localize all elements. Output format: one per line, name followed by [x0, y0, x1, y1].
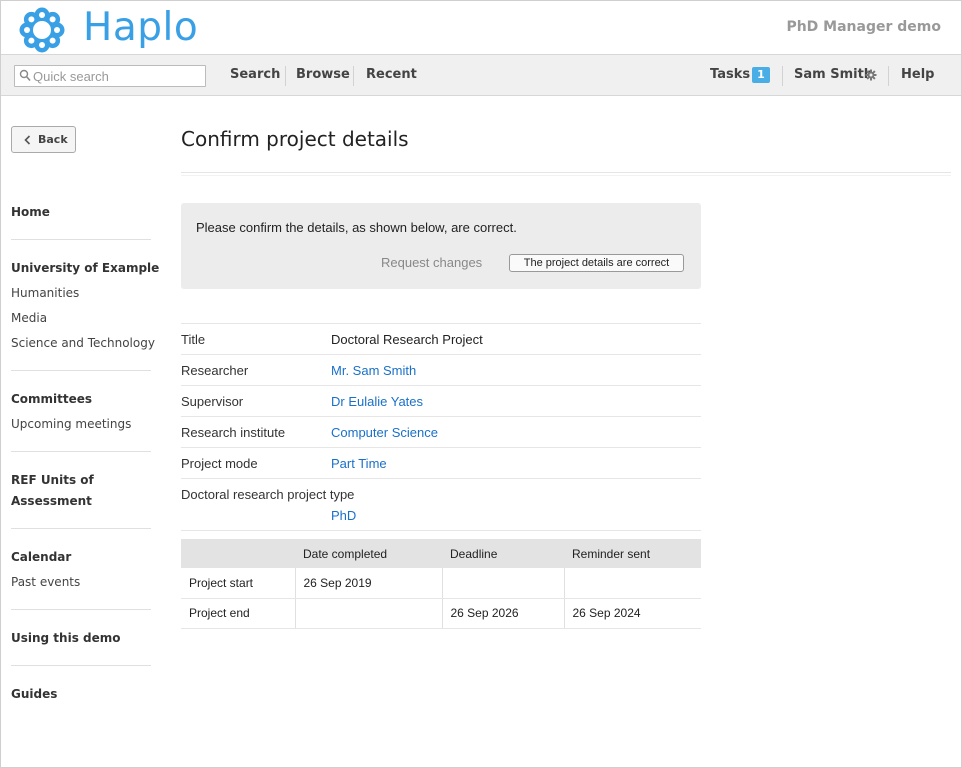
confirm-panel: Please confirm the details, as shown bel…: [181, 203, 701, 289]
supervisor-link[interactable]: Dr Eulalie Yates: [331, 394, 423, 409]
attribute-label: Research institute: [181, 425, 286, 440]
sidebar-divider: [11, 370, 151, 371]
title-divider: [181, 172, 951, 173]
table-cell: [442, 568, 565, 599]
attribute-label: Title: [181, 332, 206, 347]
sidebar-item-ref-units[interactable]: REF Units of: [11, 473, 94, 487]
app-header: Haplo PhD Manager demo: [1, 1, 961, 54]
back-button-label: Back: [38, 133, 68, 146]
sidebar-item-ref-units-line2[interactable]: Assessment: [11, 494, 92, 508]
nav-browse-link[interactable]: Browse: [296, 55, 350, 95]
nav-separator: [285, 66, 286, 86]
sidebar-item-university[interactable]: University of Example: [11, 261, 159, 275]
attribute-value-title: Doctoral Research Project: [331, 332, 483, 347]
sidebar-divider: [11, 451, 151, 452]
quick-search-box[interactable]: [14, 65, 206, 87]
top-nav-bar: Search Browse Recent Tasks 1 Sam Smith H…: [1, 54, 961, 96]
sidebar-item-using-demo[interactable]: Using this demo: [11, 631, 121, 645]
confirm-details-button[interactable]: The project details are correct: [509, 254, 684, 272]
table-header-cell: Deadline: [442, 539, 564, 568]
back-button[interactable]: Back: [11, 126, 76, 153]
attribute-row-project-type: Doctoral research project type PhD: [181, 478, 701, 531]
chevron-left-icon: [24, 135, 31, 145]
sidebar-divider: [11, 609, 151, 610]
attribute-row-institute: Research institute Computer Science: [181, 416, 701, 447]
institute-link[interactable]: Computer Science: [331, 425, 438, 440]
table-cell: [564, 568, 701, 599]
attribute-label: Project mode: [181, 456, 258, 471]
project-dates-table: Date completed Deadline Reminder sent Pr…: [181, 539, 701, 629]
table-row: Project start 26 Sep 2019: [181, 568, 701, 599]
table-header-cell: [181, 539, 295, 568]
attribute-row-title: Title Doctoral Research Project: [181, 323, 701, 354]
attribute-label: Supervisor: [181, 394, 244, 409]
confirm-message: Please confirm the details, as shown bel…: [196, 220, 517, 235]
search-icon: [19, 69, 31, 82]
sidebar-item-committees[interactable]: Committees: [11, 392, 92, 406]
attribute-label: Doctoral research project type: [181, 487, 355, 502]
sidebar-item-humanities[interactable]: Humanities: [11, 286, 79, 300]
sidebar-divider: [11, 528, 151, 529]
nav-user-link[interactable]: Sam Smith: [794, 55, 873, 95]
table-header-row: Date completed Deadline Reminder sent: [181, 539, 701, 568]
sidebar-divider: [11, 665, 151, 666]
attribute-label: Researcher: [181, 363, 249, 378]
tasks-count-badge[interactable]: 1: [752, 67, 770, 83]
quick-search-input[interactable]: [33, 67, 203, 85]
table-cell: 26 Sep 2026: [442, 598, 565, 629]
nav-recent-link[interactable]: Recent: [366, 55, 417, 95]
request-changes-link[interactable]: Request changes: [381, 255, 482, 270]
sidebar-divider: [11, 239, 151, 240]
sidebar-item-home[interactable]: Home: [11, 205, 50, 219]
page-title: Confirm project details: [181, 127, 409, 151]
nav-tasks-link[interactable]: Tasks: [710, 55, 750, 95]
app-name: PhD Manager demo: [786, 19, 941, 35]
sidebar-item-guides[interactable]: Guides: [11, 687, 57, 701]
title-divider-shadow: [181, 175, 951, 176]
attribute-row-researcher: Researcher Mr. Sam Smith: [181, 354, 701, 385]
table-cell: [295, 598, 443, 629]
nav-separator: [782, 66, 783, 86]
table-cell: 26 Sep 2024: [564, 598, 701, 629]
nav-help-link[interactable]: Help: [901, 55, 934, 95]
table-cell: Project end: [181, 598, 296, 629]
table-row: Project end 26 Sep 2026 26 Sep 2024: [181, 598, 701, 629]
sidebar-item-upcoming-meetings[interactable]: Upcoming meetings: [11, 417, 131, 431]
attribute-row-supervisor: Supervisor Dr Eulalie Yates: [181, 385, 701, 416]
table-cell: Project start: [181, 568, 296, 599]
sidebar-item-science[interactable]: Science and Technology: [11, 336, 155, 350]
haplo-logo-icon[interactable]: [17, 5, 67, 55]
nav-separator: [353, 66, 354, 86]
table-header-cell: Date completed: [295, 539, 442, 568]
sidebar-item-past-events[interactable]: Past events: [11, 575, 80, 589]
sidebar-item-calendar[interactable]: Calendar: [11, 550, 71, 564]
attribute-row-project-mode: Project mode Part Time: [181, 447, 701, 478]
nav-search-link[interactable]: Search: [230, 55, 280, 95]
project-mode-link[interactable]: Part Time: [331, 456, 387, 471]
brand-name[interactable]: Haplo: [83, 5, 198, 50]
project-type-link[interactable]: PhD: [331, 508, 356, 523]
table-cell: 26 Sep 2019: [295, 568, 443, 599]
nav-separator: [888, 66, 889, 86]
researcher-link[interactable]: Mr. Sam Smith: [331, 363, 416, 378]
table-header-cell: Reminder sent: [564, 539, 701, 568]
sidebar-item-media[interactable]: Media: [11, 311, 47, 325]
gear-icon[interactable]: [865, 69, 877, 81]
